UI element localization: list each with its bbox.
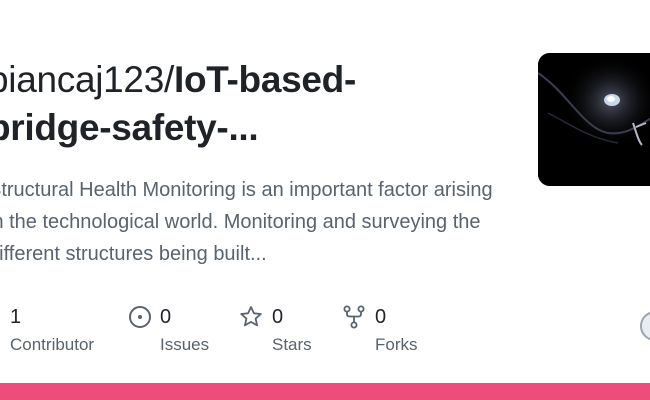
repo-title: biancaj123/IoT-based- bridge-safety-... [0,56,488,152]
contributors-label: Contributor [10,335,95,354]
repo-description: Structural Health Monitoring is an impor… [0,179,493,265]
repo-name-continued[interactable]: bridge-safety-... [0,107,259,148]
stars-count: 0 [272,306,284,328]
forks-count: 0 [375,306,387,328]
issues-label: Issues [160,335,210,354]
repo-name[interactable]: IoT-based- [174,59,356,100]
preview-artwork [538,53,650,186]
language-color-bar [0,383,650,400]
repo-forked-icon [343,305,365,329]
repo-preview-image [538,53,650,186]
issue-opened-icon [129,306,151,328]
issues-count: 0 [160,306,172,328]
stars-label: Stars [272,335,312,354]
forks-label: Forks [375,335,418,354]
star-icon [240,306,262,327]
repo-stats: 1 Contributor 0 Issues 0 Stars 0 Forks [0,302,650,362]
repo-owner[interactable]: biancaj123/ [0,59,174,100]
contributors-count: 1 [10,306,22,328]
